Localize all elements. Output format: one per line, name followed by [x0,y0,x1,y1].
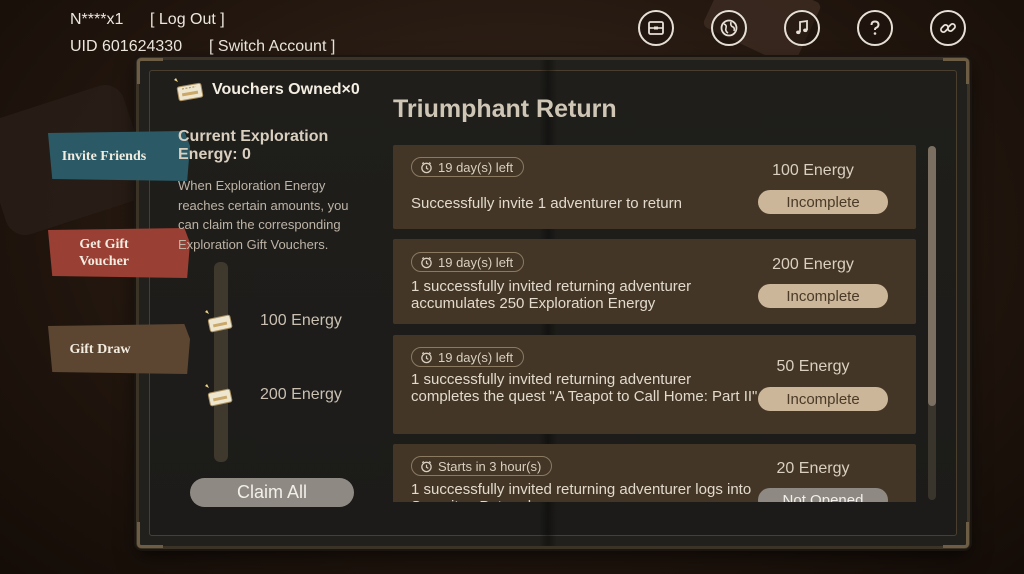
voucher-milestone-icon [205,310,233,333]
voucher-milestone-icon [205,384,233,407]
timer-text: 19 day(s) left [438,159,514,175]
task-card: Starts in 3 hour(s) 1 successfully invit… [393,444,916,502]
tab-label: Invite Friends [61,148,147,164]
task-reward: 200 Energy [772,256,854,273]
tab-label: Gift Draw [69,341,131,357]
task-status-button[interactable]: Incomplete [758,284,888,308]
help-icon [870,20,880,35]
task-reward: 100 Energy [772,162,854,179]
tab-get-gift-voucher[interactable]: Get Gift Voucher [48,228,190,278]
task-list-scrollbar[interactable] [928,146,936,500]
timer-badge: Starts in 3 hour(s) [411,456,553,476]
music-icon [796,19,808,35]
task-status-button[interactable]: Incomplete [758,190,888,214]
vouchers-owned: Vouchers Owned×0 [172,76,360,104]
gift-voucher-icon [174,78,204,102]
tab-label: Get Gift Voucher [78,237,130,269]
energy-description: When Exploration Energy reaches certain … [178,178,349,252]
account-info: N****x1 [ Log Out ] UID 601624330 [ Swit… [70,6,335,60]
milestone-label: 200 Energy [260,386,342,403]
clock-icon [421,256,432,268]
task-description: Successfully invite 1 adventurer to retu… [411,195,682,212]
link-button[interactable] [930,10,966,46]
timer-text: 19 day(s) left [438,254,514,270]
corner-ornament [137,522,163,548]
switch-account-link[interactable]: [ Switch Account ] [209,33,335,60]
archive-button[interactable] [638,10,674,46]
task-status-button[interactable]: Incomplete [758,387,888,411]
corner-ornament [137,58,163,84]
task-description: 1 successfully invited returning adventu… [411,278,692,312]
claim-all-button[interactable]: Claim All [190,478,354,507]
logout-link[interactable]: [ Log Out ] [150,6,225,33]
timer-badge: 19 day(s) left [411,347,525,367]
language-button[interactable] [711,10,747,46]
milestone-label: 100 Energy [260,312,342,329]
task-card: 19 day(s) left 1 successfully invited re… [393,239,916,324]
task-description: 1 successfully invited returning adventu… [411,371,758,405]
timer-badge: 19 day(s) left [411,157,525,177]
archive-icon [648,21,664,35]
task-reward: 20 Energy [776,460,850,477]
current-energy-title: Current Exploration Energy: 0 [178,128,329,163]
corner-ornament [943,522,969,548]
task-description: 1 successfully invited returning adventu… [411,481,752,502]
link-icon [940,23,956,33]
music-button[interactable] [784,10,820,46]
corner-ornament [943,58,969,84]
task-status-button[interactable]: Not Opened [758,488,888,502]
clock-icon [421,351,432,363]
task-reward: 50 Energy [776,358,850,375]
timer-badge: 19 day(s) left [411,252,525,272]
page-title: Triumphant Return [393,95,617,123]
tab-invite-friends[interactable]: Invite Friends [48,131,190,181]
vouchers-owned-label: Vouchers Owned×0 [212,81,360,98]
energy-progress-track [214,262,228,462]
scroll-thumb[interactable] [928,146,936,406]
task-card: 19 day(s) left Successfully invite 1 adv… [393,145,916,229]
tab-gift-draw[interactable]: Gift Draw [48,324,190,374]
globe-icon [720,19,738,37]
clock-icon [421,460,432,472]
account-name: N****x1 [70,11,124,28]
help-button[interactable] [857,10,893,46]
task-card: 19 day(s) left 1 successfully invited re… [393,335,916,434]
timer-text: 19 day(s) left [438,349,514,365]
task-list[interactable]: 19 day(s) left Successfully invite 1 adv… [393,145,916,502]
uid-text: UID 601624330 [70,38,183,55]
timer-text: Starts in 3 hour(s) [438,458,542,474]
clock-icon [421,161,432,173]
